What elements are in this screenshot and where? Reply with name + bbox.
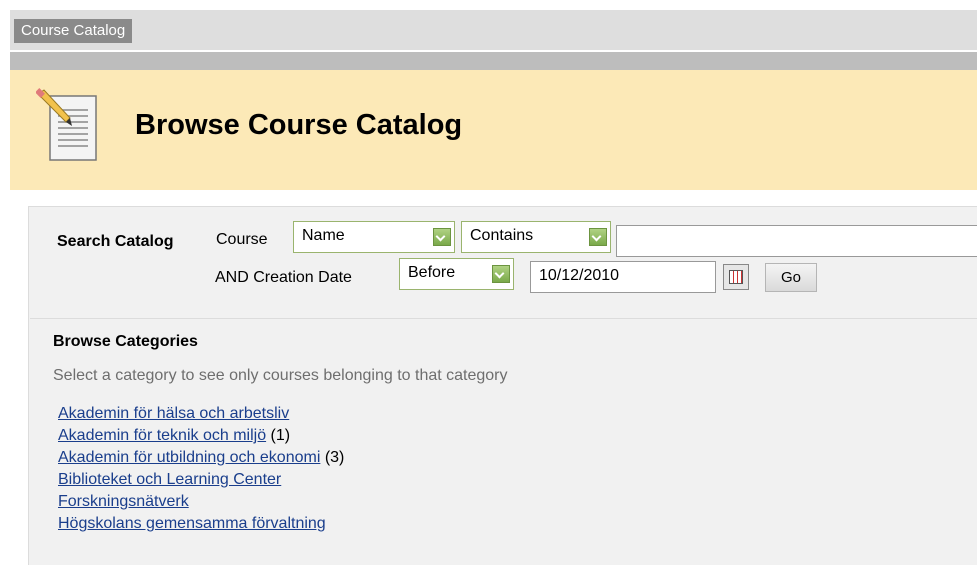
category-link[interactable]: Forskningsnätverk xyxy=(58,493,189,510)
category-item: Forskningsnätverk xyxy=(58,491,344,513)
creation-date-label: AND Creation Date xyxy=(215,269,352,286)
category-list: Akademin för hälsa och arbetsliv Akademi… xyxy=(58,403,344,535)
browse-categories-description: Select a category to see only courses be… xyxy=(53,367,508,384)
search-field-select[interactable]: Name xyxy=(293,221,455,253)
date-operator-select[interactable]: Before xyxy=(399,258,514,290)
category-item: Akademin för teknik och miljö (1) xyxy=(58,425,344,447)
category-link[interactable]: Biblioteket och Learning Center xyxy=(58,471,281,488)
search-operator-value: Contains xyxy=(470,227,534,244)
search-field-value: Name xyxy=(302,227,345,244)
category-count: (1) xyxy=(270,427,291,444)
chevron-down-icon xyxy=(589,228,607,246)
date-operator-value: Before xyxy=(408,264,456,281)
category-item: Akademin för hälsa och arbetsliv xyxy=(58,403,344,425)
category-item: Akademin för utbildning och ekonomi (3) xyxy=(58,447,344,469)
date-value: 10/12/2010 xyxy=(539,267,620,284)
page-header: Browse Course Catalog xyxy=(10,70,977,190)
search-catalog-label: Search Catalog xyxy=(57,233,174,250)
category-item: Biblioteket och Learning Center xyxy=(58,469,344,491)
category-count: (3) xyxy=(324,449,345,466)
chevron-down-icon xyxy=(433,228,451,246)
category-link[interactable]: Akademin för hälsa och arbetsliv xyxy=(58,405,289,422)
separator-bar xyxy=(10,52,977,70)
date-input[interactable]: 10/12/2010 xyxy=(530,261,716,293)
chevron-down-icon xyxy=(492,265,510,283)
calendar-icon xyxy=(729,270,743,284)
category-item: Högskolans gemensamma förvaltning xyxy=(58,513,344,535)
course-label: Course xyxy=(216,231,268,248)
category-link[interactable]: Akademin för teknik och miljö xyxy=(58,427,266,444)
search-text-input[interactable] xyxy=(616,225,977,257)
page-title: Browse Course Catalog xyxy=(135,109,463,141)
category-link[interactable]: Högskolans gemensamma förvaltning xyxy=(58,515,326,532)
search-operator-select[interactable]: Contains xyxy=(461,221,611,253)
divider xyxy=(30,318,977,319)
breadcrumb-bar: Course Catalog xyxy=(10,10,977,50)
category-link[interactable]: Akademin för utbildning och ekonomi xyxy=(58,449,320,466)
calendar-button[interactable] xyxy=(723,264,749,290)
go-button[interactable]: Go xyxy=(765,263,817,292)
document-pencil-icon xyxy=(36,88,97,161)
breadcrumb-course-catalog[interactable]: Course Catalog xyxy=(14,19,133,43)
browse-categories-title: Browse Categories xyxy=(53,333,198,350)
